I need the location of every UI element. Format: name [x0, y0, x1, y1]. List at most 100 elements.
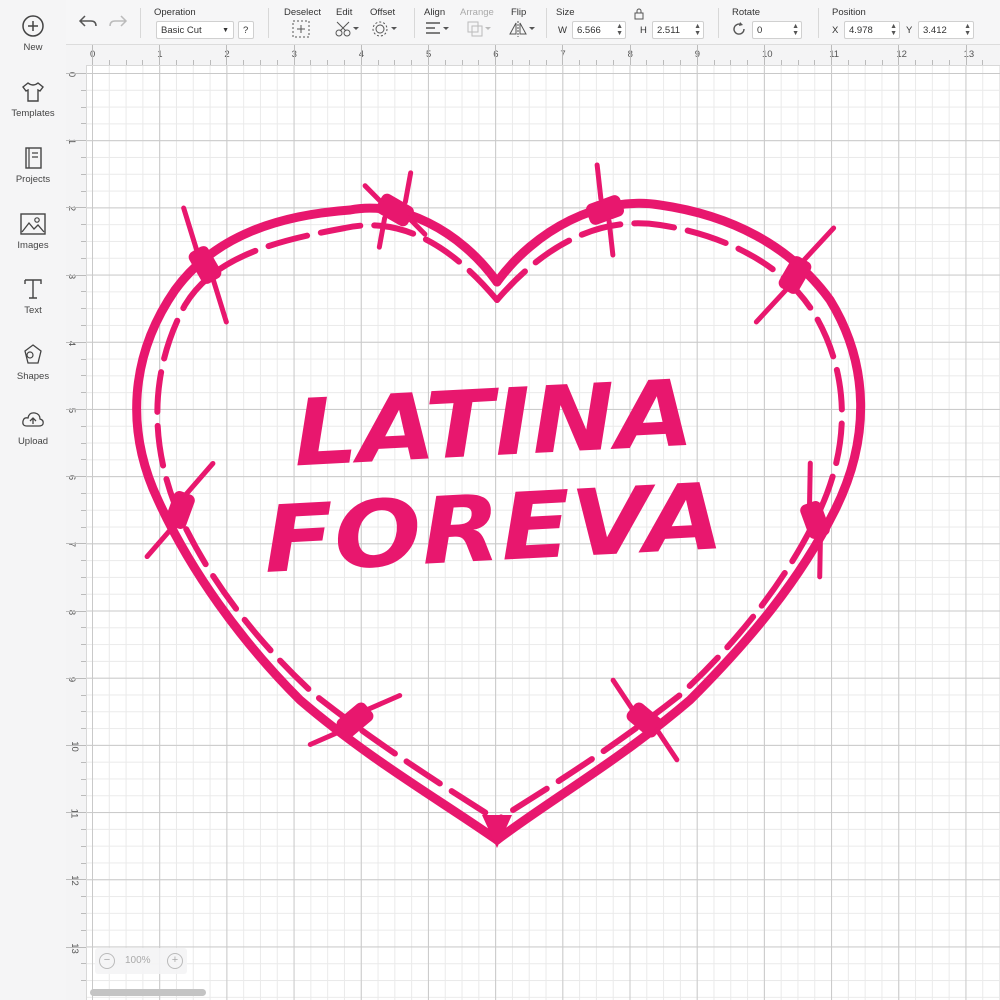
ruler-tick [66, 140, 86, 142]
sidebar-item-shapes[interactable]: Shapes [0, 343, 66, 382]
top-toolbar: Operation Basic Cut ▼ ? Deselect Edit Of… [66, 0, 1000, 45]
arrange-group[interactable]: Arrange [460, 5, 500, 41]
ruler-corner [66, 45, 86, 65]
align-group[interactable]: Align [424, 5, 454, 41]
ruler-tick [81, 89, 86, 91]
ruler-tick [81, 913, 86, 914]
ruler-tick [428, 45, 429, 65]
ruler-tick [394, 60, 396, 65]
ruler-tick [814, 60, 816, 65]
flip-group[interactable]: Flip [508, 5, 540, 41]
plus-circle-icon [22, 15, 44, 37]
ruler-tick [579, 60, 581, 65]
zoom-out-button[interactable]: − [99, 953, 115, 969]
width-input[interactable]: 6.566 ▲ ▼ [572, 21, 626, 39]
ruler-tick [293, 45, 295, 65]
deselect-group[interactable]: Deselect [284, 5, 326, 41]
rotate-group: Rotate 0 ▲ ▼ [732, 5, 832, 41]
ruler-tick [377, 60, 379, 65]
rotate-input[interactable]: 0 ▲ ▼ [752, 21, 802, 39]
ruler-tick [831, 45, 833, 65]
sidebar-item-projects[interactable]: Projects [0, 146, 66, 185]
sidebar-item-images[interactable]: Images [0, 212, 66, 251]
lock-icon[interactable] [634, 8, 644, 20]
stepper-icon[interactable]: ▲ ▼ [890, 23, 897, 37]
ruler-tick [915, 60, 917, 65]
offset-group[interactable]: Offset [370, 5, 404, 41]
sidebar-item-label: New [23, 42, 43, 53]
stepper-icon[interactable]: ▲ ▼ [792, 23, 799, 37]
ruler-tick [81, 325, 86, 326]
sidebar-item-text[interactable]: Text [0, 277, 66, 316]
horizontal-scrollbar[interactable] [90, 989, 206, 996]
ruler-tick [310, 60, 312, 65]
ruler-left-tick-label: 13 [68, 942, 80, 954]
redo-icon[interactable] [108, 12, 128, 30]
ruler-tick [81, 761, 86, 763]
ruler-tick [81, 257, 86, 259]
height-input[interactable]: 2.511 ▲ ▼ [652, 21, 704, 39]
design-svg[interactable]: LATINA FOREVA [87, 66, 1000, 1000]
ruler-tick [327, 60, 329, 65]
ruler-tick [81, 459, 86, 461]
ruler-tick [66, 745, 86, 746]
operation-help-button[interactable]: ? [238, 21, 254, 39]
zoom-in-button[interactable]: + [167, 953, 183, 969]
edit-group[interactable]: Edit [335, 5, 366, 41]
ruler-tick [344, 60, 345, 65]
ruler-tick [780, 60, 782, 65]
ruler-tick [260, 60, 261, 65]
barb [610, 677, 680, 763]
ruler-tick [81, 929, 86, 931]
ruler-tick [66, 274, 86, 276]
cloud-upload-icon [22, 412, 44, 427]
position-y-value: 3.412 [923, 25, 947, 36]
operation-select[interactable]: Basic Cut ▼ [156, 21, 234, 39]
height-value: 2.511 [657, 25, 681, 36]
slogan-text-group[interactable]: LATINA FOREVA [261, 360, 726, 594]
ruler-tick [81, 980, 86, 982]
ruler-tick [730, 60, 732, 65]
ruler-tick [81, 173, 86, 175]
sidebar-item-upload[interactable]: Upload [0, 408, 66, 447]
ruler-tick [461, 60, 463, 65]
ruler-tick [596, 60, 597, 65]
position-y-input[interactable]: 3.412 ▲ ▼ [918, 21, 974, 39]
ruler-tick [713, 60, 715, 65]
ruler-tick [948, 60, 950, 65]
stepper-icon[interactable]: ▲ ▼ [964, 23, 971, 37]
barb [181, 205, 229, 325]
rotate-label: Rotate [732, 7, 760, 18]
ruler-tick [848, 60, 849, 65]
ruler-tick [66, 812, 86, 814]
undo-icon[interactable] [78, 12, 98, 30]
ruler-tick [81, 106, 86, 108]
ruler-tick [478, 60, 480, 65]
size-group: Size W 6.566 ▲ ▼ H 2.511 ▲ ▼ [556, 5, 716, 41]
ruler-tick [81, 224, 86, 226]
slogan-line-2: FOREVA [261, 463, 726, 594]
stepper-icon[interactable]: ▲ ▼ [694, 23, 701, 37]
design-canvas[interactable]: LATINA FOREVA [87, 66, 1000, 1000]
scissors-icon [335, 21, 359, 37]
barb [753, 225, 837, 325]
ruler-tick [81, 577, 86, 578]
ruler-tick [797, 60, 799, 65]
ruler-tick [512, 60, 513, 65]
y-axis-label: Y [906, 25, 913, 36]
ruler-tick [81, 358, 86, 360]
sidebar-item-templates[interactable]: Templates [0, 80, 66, 119]
sidebar-item-new[interactable]: New [0, 14, 66, 53]
position-x-input[interactable]: 4.978 ▲ ▼ [844, 21, 900, 39]
deselect-icon [292, 20, 310, 38]
ruler-tick [226, 45, 228, 65]
sidebar-item-label: Text [24, 305, 42, 316]
toolbar-separator [546, 8, 547, 38]
stepper-icon[interactable]: ▲ ▼ [616, 23, 623, 37]
ruler-tick [81, 190, 86, 192]
ruler-tick [81, 425, 86, 427]
ruler-tick [898, 45, 900, 65]
align-icon [426, 22, 449, 34]
ruler-tick [965, 45, 967, 65]
ruler-tick [562, 45, 564, 65]
